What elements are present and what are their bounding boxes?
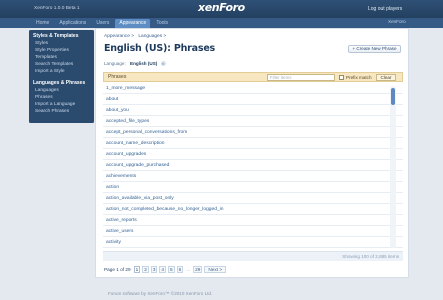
prefix-match-option[interactable]: Prefix match: [339, 74, 372, 80]
sidebar-item-phrases[interactable]: Phrases: [34, 94, 94, 101]
next-page-button[interactable]: Next >: [204, 266, 227, 273]
language-label: Language:: [104, 61, 126, 66]
sidebar-item-style-properties[interactable]: Style Properties: [34, 47, 94, 54]
remove-language-icon[interactable]: ×: [160, 61, 166, 67]
nav-tabs: Home Applications Users Appearance Tools: [32, 19, 172, 28]
language-selector: Language: English (US) ×: [104, 61, 166, 67]
breadcrumb-appearance[interactable]: Appearance >: [104, 34, 134, 39]
sidebar-heading-languages-phrases[interactable]: Languages & Phrases: [33, 80, 94, 87]
sidebar-item-styles[interactable]: Styles: [34, 40, 94, 47]
page-29-link[interactable]: 29: [193, 266, 203, 273]
create-new-phrase-button[interactable]: + Create New Phrase: [348, 45, 401, 53]
phrase-row-link[interactable]: active_reports: [103, 215, 403, 226]
main-nav: Home Applications Users Appearance Tools: [0, 18, 443, 28]
filter-input[interactable]: Filter items: [267, 74, 335, 81]
tab-users[interactable]: Users: [92, 19, 113, 28]
page-1-link[interactable]: 1: [133, 266, 141, 273]
scrollbar-thumb[interactable]: [391, 88, 395, 105]
phrase-row-link[interactable]: about_you: [103, 105, 403, 116]
list-scrollbar[interactable]: [390, 86, 396, 248]
page-4-link[interactable]: 4: [159, 266, 167, 273]
sidebar-item-search-templates[interactable]: Search Templates: [34, 61, 94, 68]
clear-filter-button[interactable]: Clear: [376, 74, 396, 81]
sidebar-heading-styles-templates[interactable]: Styles & Templates: [33, 33, 94, 40]
phrase-row-link[interactable]: achievements: [103, 171, 403, 182]
phrase-row-link[interactable]: account_upgrades: [103, 149, 403, 160]
version-label: XenForo 1.0.0 Beta 1: [34, 6, 80, 11]
phrase-row-link[interactable]: active_users: [103, 226, 403, 237]
sidebar: Styles & Templates Styles Style Properties…: [29, 30, 94, 123]
phrases-list-heading: Phrases: [108, 74, 127, 80]
phrase-row-link[interactable]: accepted_file_types: [103, 116, 403, 127]
sidebar-item-import-a-language[interactable]: Import a Language: [34, 101, 94, 108]
phrase-row-link[interactable]: action: [103, 182, 403, 193]
phrase-row-link[interactable]: accept_personal_conversations_from: [103, 127, 403, 138]
sidebar-item-search-phrases[interactable]: Search Phrases: [34, 108, 94, 115]
main-panel: Appearance > Languages > English (US): P…: [95, 28, 409, 278]
pagination-gap: ...: [186, 267, 191, 272]
tab-home[interactable]: Home: [32, 19, 53, 28]
phrase-row-link[interactable]: account_name_description: [103, 138, 403, 149]
sidebar-item-import-a-style[interactable]: Import a Style: [34, 68, 94, 75]
phrase-row-link[interactable]: 1_more_message: [103, 83, 403, 94]
items-count: Showing 100 of 2,885 items: [103, 251, 403, 261]
xenforo-logo[interactable]: xenForo: [198, 1, 245, 14]
pagination: Page 1 of 29 1 2 3 4 5 6... 29 Next >: [104, 266, 227, 273]
page-3-link[interactable]: 3: [150, 266, 158, 273]
sidebar-item-languages[interactable]: Languages: [34, 87, 94, 94]
footer-copyright: Forum software by XenForo™ ©2010 XenForo…: [108, 291, 213, 296]
tab-applications[interactable]: Applications: [55, 19, 90, 28]
phrase-row-link[interactable]: action_not_completed_because_no_longer_l…: [103, 204, 403, 215]
tab-appearance[interactable]: Appearance: [115, 19, 151, 28]
page-title: English (US): Phrases: [104, 43, 216, 54]
page-5-link[interactable]: 5: [168, 266, 175, 273]
language-value[interactable]: English (US): [130, 61, 157, 66]
filter-bar: Phrases Filter items Prefix match Clear: [103, 72, 403, 82]
page-6-link[interactable]: 6: [176, 266, 184, 273]
prefix-match-checkbox[interactable]: [339, 74, 344, 80]
tab-tools[interactable]: Tools: [152, 19, 172, 28]
phrase-row-link[interactable]: activity: [103, 237, 403, 248]
phrase-row-link[interactable]: action_available_via_post_only: [103, 193, 403, 204]
prefix-match-label: Prefix match: [346, 74, 372, 80]
phrase-row-link[interactable]: about: [103, 94, 403, 105]
breadcrumb: Appearance > Languages >: [104, 34, 166, 39]
sidebar-item-templates[interactable]: Templates: [34, 54, 94, 61]
page-of-label: Page 1 of 29: [104, 267, 131, 272]
phrase-list: 1_more_message about about_you accepted_fil…: [103, 83, 403, 251]
brand-right-label: XenForo: [388, 19, 406, 24]
top-bar: XenForo 1.0.0 Beta 1 xenForo Log out pla…: [0, 0, 443, 18]
page-2-link[interactable]: 2: [142, 266, 149, 273]
phrase-row-link[interactable]: account_upgrade_purchased: [103, 160, 403, 171]
logout-link[interactable]: Log out players: [368, 6, 402, 12]
breadcrumb-languages[interactable]: Languages >: [138, 34, 166, 39]
